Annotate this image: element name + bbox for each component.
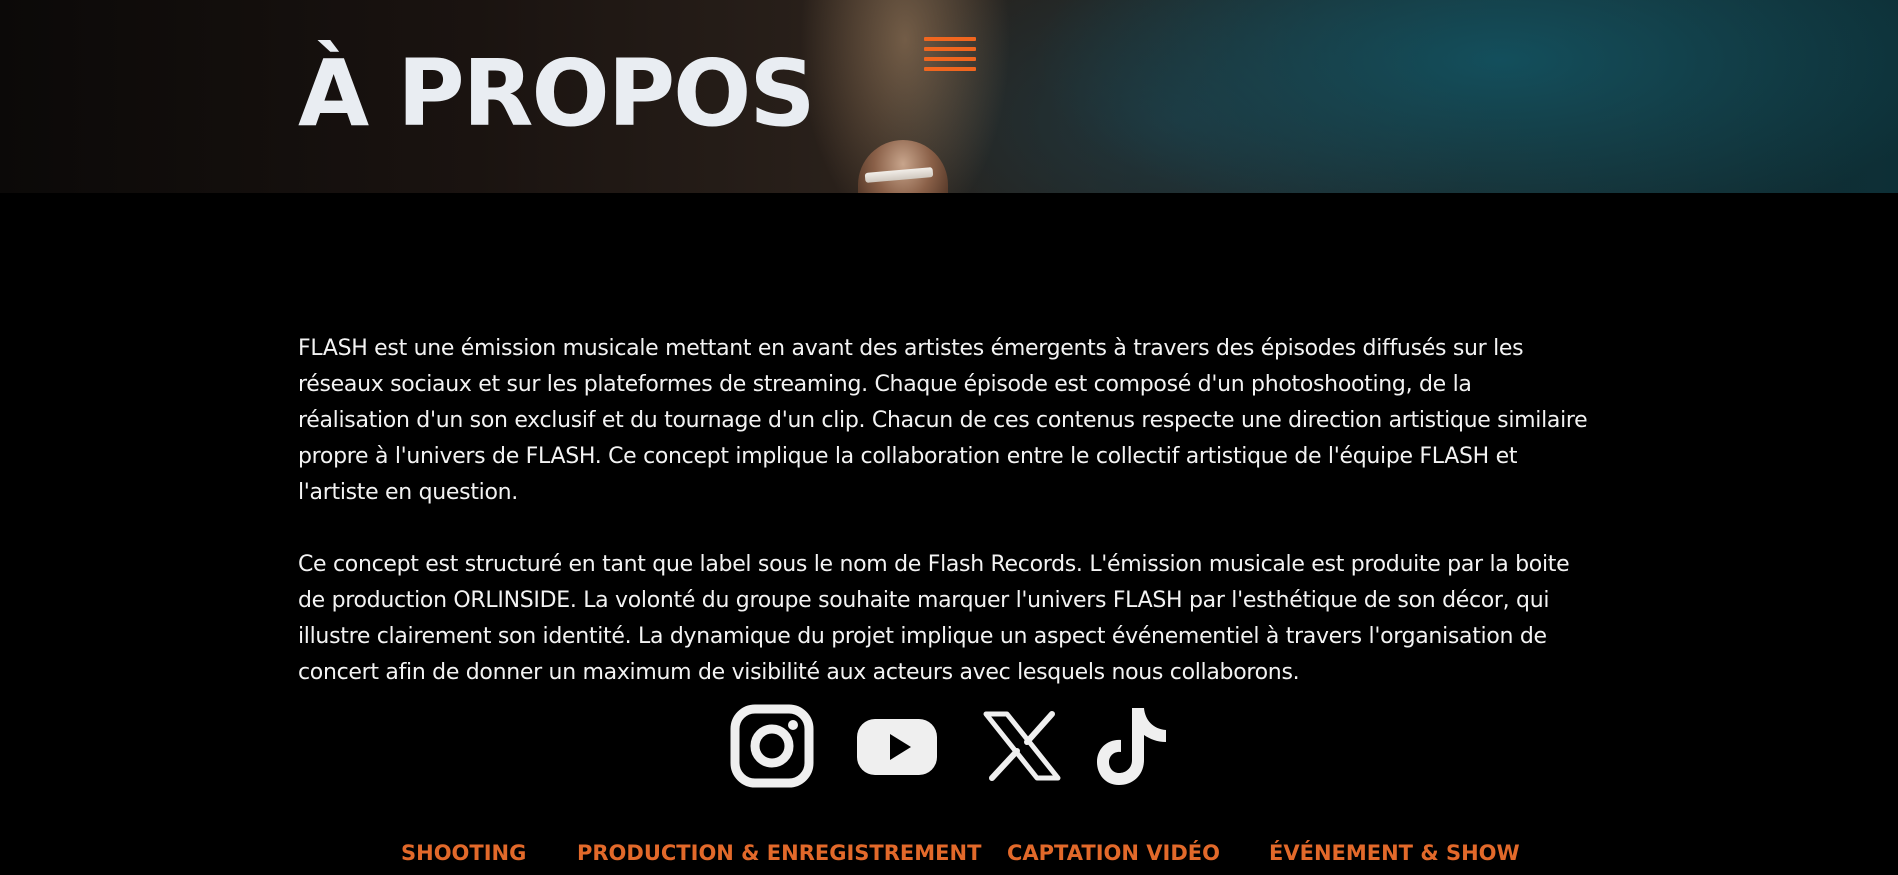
- hamburger-menu-icon[interactable]: [924, 37, 976, 71]
- page-title: À PROPOS: [298, 40, 816, 147]
- x-icon[interactable]: [980, 704, 1064, 788]
- nav-item-captation-video[interactable]: CAPTATION VIDÉO: [1007, 838, 1220, 868]
- nav-item-shooting[interactable]: SHOOTING: [401, 838, 526, 868]
- nav-item-production-enregistrement[interactable]: PRODUCTION & ENREGISTREMENT: [577, 838, 981, 868]
- nav-item-evenement-show[interactable]: ÉVÉNEMENT & SHOW: [1269, 838, 1520, 868]
- hero-banner: À PROPOS: [0, 0, 1898, 193]
- youtube-icon[interactable]: [855, 704, 939, 788]
- social-links: [730, 704, 1170, 788]
- about-paragraph-2: Ce concept est structuré en tant que lab…: [298, 552, 1570, 685]
- about-paragraph-1: FLASH est une émission musicale mettant …: [298, 336, 1588, 505]
- tiktok-icon[interactable]: [1092, 704, 1176, 788]
- instagram-icon[interactable]: [730, 704, 814, 788]
- about-content: FLASH est une émission musicale mettant …: [298, 331, 1588, 727]
- footer-nav: SHOOTING PRODUCTION & ENREGISTREMENT CAP…: [0, 838, 1898, 868]
- page: À PROPOS FLASH est une émission musicale…: [0, 0, 1898, 875]
- hero-photo-figure: [858, 140, 948, 193]
